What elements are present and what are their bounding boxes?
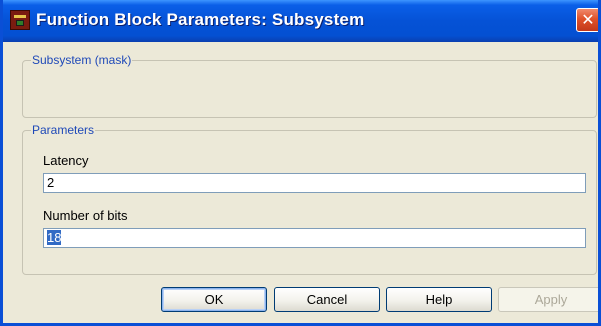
number-of-bits-label: Number of bits — [43, 208, 128, 223]
ok-button[interactable]: OK — [161, 287, 267, 312]
mask-description-group: Subsystem (mask) — [22, 53, 597, 118]
number-of-bits-input[interactable]: 18 — [43, 228, 586, 248]
help-button[interactable]: Help — [386, 287, 492, 312]
latency-label: Latency — [43, 153, 89, 168]
apply-button[interactable]: Apply — [498, 287, 598, 312]
app-icon-block — [16, 20, 24, 26]
close-button[interactable]: ✕ — [576, 8, 598, 32]
dialog-window: Function Block Parameters: Subsystem ✕ S… — [0, 0, 601, 326]
simulink-block-icon — [10, 10, 30, 30]
latency-value: 2 — [47, 175, 55, 190]
latency-input[interactable]: 2 — [43, 173, 586, 193]
title-bar[interactable]: Function Block Parameters: Subsystem ✕ — [3, 0, 598, 42]
parameters-group-legend: Parameters — [32, 123, 95, 137]
mask-group-legend: Subsystem (mask) — [32, 53, 132, 67]
cancel-button[interactable]: Cancel — [274, 287, 380, 312]
close-icon: ✕ — [581, 10, 595, 29]
window-title: Function Block Parameters: Subsystem — [36, 10, 365, 29]
app-icon-bar — [14, 15, 26, 18]
number-of-bits-value: 18 — [47, 230, 62, 245]
parameters-group: Parameters — [22, 123, 597, 275]
